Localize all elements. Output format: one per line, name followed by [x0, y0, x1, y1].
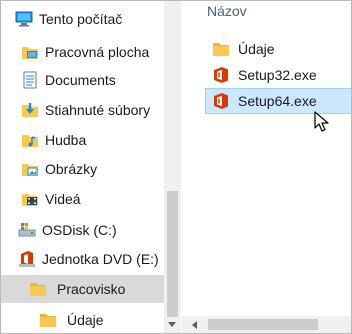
music-folder-icon [21, 131, 39, 149]
file-item-setup32[interactable]: Setup32.exe [206, 62, 351, 88]
nav-item-music[interactable]: Hudba [1, 126, 164, 154]
nav-item-desktop[interactable]: Pracovná plocha [1, 38, 164, 66]
navigation-vertical-scrollbar[interactable] [164, 1, 181, 333]
navigation-pane: Tento počítač Pracovná plocha Documents … [1, 1, 164, 333]
scrollbar-thumb[interactable] [208, 319, 318, 330]
nav-item-label: Pracovisko [57, 281, 126, 297]
nav-item-label: Documents [45, 72, 116, 88]
videos-folder-icon [21, 190, 39, 208]
nav-item-udaje[interactable]: Údaje [1, 306, 164, 333]
nav-item-label: Tento počítač [39, 11, 123, 27]
downloads-folder-icon [21, 101, 39, 119]
file-label: Setup32.exe [238, 67, 317, 83]
mouse-pointer-icon [314, 111, 330, 133]
nav-item-pracovisko[interactable]: Pracovisko [1, 275, 164, 303]
nav-item-videos[interactable]: Videá [1, 185, 164, 213]
nav-item-label: Videá [45, 191, 81, 207]
file-explorer-window: Tento počítač Pracovná plocha Documents … [0, 0, 352, 334]
nav-item-label: Hudba [45, 132, 87, 148]
nav-item-pictures[interactable]: Obrázky [1, 155, 164, 183]
scrollbar-thumb[interactable] [167, 191, 178, 317]
nav-item-label: Údaje [67, 312, 104, 328]
scroll-left-arrow-icon[interactable] [192, 321, 197, 329]
nav-item-documents[interactable]: Documents [1, 66, 164, 94]
nav-item-this-pc[interactable]: Tento počítač [1, 5, 164, 33]
office-setup-icon [212, 66, 230, 84]
office-dvd-icon [18, 250, 36, 268]
drive-icon [18, 221, 36, 239]
file-item-udaje-folder[interactable]: Údaje [206, 36, 351, 62]
pictures-folder-icon [21, 160, 39, 178]
nav-item-label: Pracovná plocha [45, 44, 150, 60]
column-header-name[interactable]: Názov [207, 3, 247, 19]
nav-item-label: Jednotka DVD (E:) [42, 251, 159, 267]
folder-icon [39, 311, 57, 329]
folder-icon [212, 40, 230, 58]
nav-item-dvd-drive[interactable]: Jednotka DVD (E:) [1, 245, 164, 273]
nav-item-label: OSDisk (C:) [42, 222, 117, 238]
scroll-down-arrow-icon[interactable] [168, 322, 176, 327]
nav-item-downloads[interactable]: Stiahnuté súbory [1, 96, 164, 124]
nav-item-osdisk[interactable]: OSDisk (C:) [1, 216, 164, 244]
desktop-folder-icon [21, 43, 39, 61]
folder-icon [29, 280, 47, 298]
nav-item-label: Stiahnuté súbory [45, 102, 151, 118]
office-setup-icon [212, 92, 230, 110]
computer-icon [15, 10, 33, 28]
file-list-horizontal-scrollbar[interactable] [182, 316, 351, 333]
nav-item-label: Obrázky [45, 161, 98, 177]
documents-folder-icon [21, 71, 39, 89]
file-label: Údaje [238, 41, 275, 57]
file-list-pane: Názov Údaje Setup32.exe Setup64.exe [182, 1, 351, 333]
file-label: Setup64.exe [238, 93, 317, 109]
